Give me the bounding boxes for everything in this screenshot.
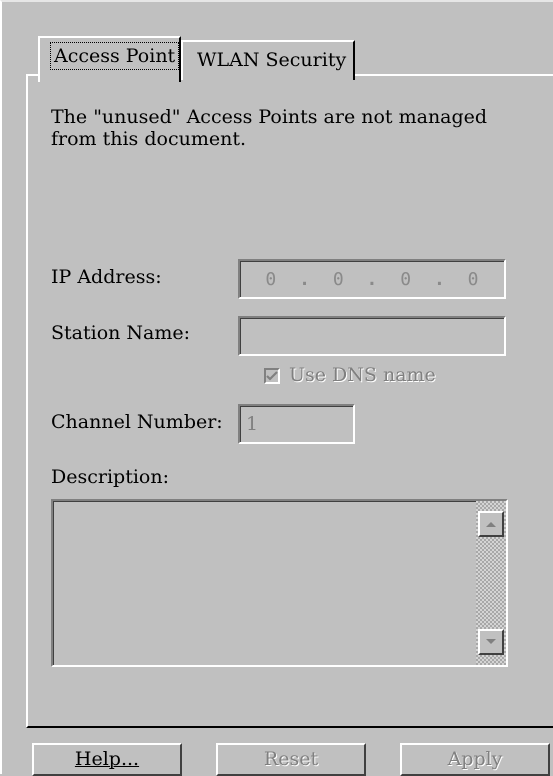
scroll-up-button[interactable] — [478, 511, 504, 537]
apply-button[interactable]: Apply — [400, 743, 550, 776]
use-dns-label: Use DNS name — [289, 364, 436, 386]
ip-dot-separator: . — [299, 268, 310, 290]
apply-button-label: Apply — [447, 748, 503, 770]
use-dns-checkbox[interactable] — [264, 368, 280, 384]
ip-octet-3: 0 — [400, 268, 412, 290]
description-textarea[interactable] — [51, 499, 508, 667]
reset-button-label: Reset — [263, 748, 319, 770]
reset-button[interactable]: Reset — [216, 743, 366, 776]
station-name-label: Station Name: — [51, 322, 191, 344]
description-label: Description: — [51, 466, 169, 488]
ip-dot-separator: . — [433, 268, 445, 290]
help-button[interactable]: Help... — [32, 743, 182, 776]
station-name-field[interactable] — [238, 316, 506, 356]
scroll-down-button[interactable] — [478, 629, 504, 655]
channel-number-field[interactable]: 1 — [238, 404, 355, 444]
ip-octet-2: 0 — [332, 268, 344, 290]
description-scrollbar[interactable] — [476, 501, 506, 665]
help-button-label: Help... — [74, 748, 140, 770]
ip-octet-1: 0 — [265, 268, 277, 290]
ip-address-label: IP Address: — [51, 266, 162, 288]
ip-address-field[interactable]: 0 . 0 . 0 . 0 — [238, 259, 506, 299]
tab-wlan-security[interactable]: WLAN Security — [181, 40, 355, 80]
tab-access-point-label: Access Point — [50, 42, 180, 70]
tab-access-point[interactable]: Access Point — [38, 36, 181, 82]
checkmark-icon — [266, 371, 278, 381]
channel-number-label: Channel Number: — [51, 411, 223, 433]
unused-note: The "unused" Access Points are not manag… — [51, 106, 488, 150]
triangle-up-icon — [486, 522, 496, 527]
tab-wlan-security-label: WLAN Security — [197, 49, 347, 71]
ip-dot-separator: . — [366, 268, 378, 290]
triangle-down-icon — [486, 639, 496, 644]
ip-octet-4: 0 — [467, 268, 479, 290]
access-point-dialog: Access Point WLAN Security The "unused" … — [0, 0, 553, 776]
